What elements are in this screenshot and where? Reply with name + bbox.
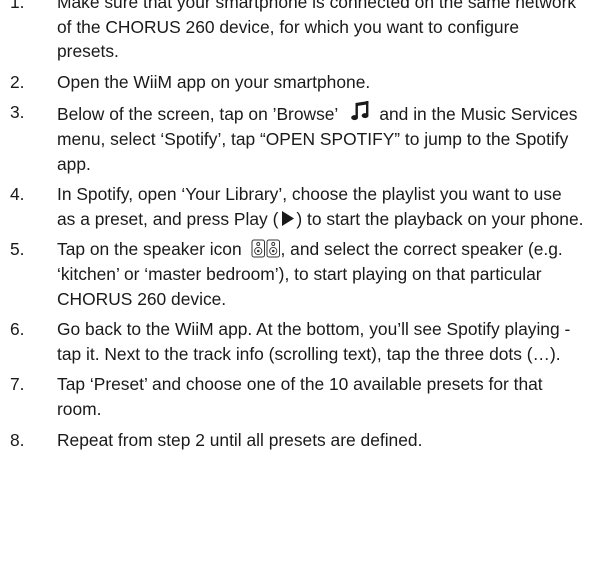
step-number: 4.	[10, 184, 25, 205]
music-note-icon	[350, 100, 371, 122]
steps-list: 1. Make sure that your smartphone is con…	[0, 0, 594, 452]
step-number: 1.	[10, 0, 25, 12]
step-4: 4. In Spotify, open ‘Your Library’, choo…	[0, 182, 594, 231]
step-number: 8.	[10, 429, 25, 450]
step-7: 7. Tap ‘Preset’ and choose one of the 10…	[0, 372, 594, 421]
step-8: 8. Repeat from step 2 until all presets …	[0, 428, 594, 453]
step-text: Tap ‘Preset’ and choose one of the 10 av…	[57, 374, 543, 419]
instructions-document: 1. Make sure that your smartphone is con…	[0, 0, 594, 458]
step-5: 5. Tap on the speaker icon , and select …	[0, 237, 594, 311]
step-number: 6.	[10, 319, 25, 340]
step-text: Go back to the WiiM app. At the bottom, …	[57, 319, 571, 364]
step-3: 3. Below of the screen, tap on ’Browse’ …	[0, 100, 594, 176]
step-text: Make sure that your smartphone is connec…	[57, 0, 577, 62]
play-icon	[282, 210, 295, 226]
step-text-before: Tap on the speaker icon	[57, 239, 242, 260]
step-text: Open the WiiM app on your smartphone.	[57, 71, 371, 92]
step-text: Repeat from step 2 until all presets are…	[57, 429, 423, 450]
step-2: 2. Open the WiiM app on your smartphone.	[0, 70, 594, 95]
step-text-after: ) to start the playback on your phone.	[296, 208, 584, 229]
step-1: 1. Make sure that your smartphone is con…	[0, 0, 594, 64]
step-number: 3.	[10, 102, 25, 123]
step-number: 2.	[10, 71, 25, 92]
speaker-icon	[251, 239, 281, 258]
step-number: 5.	[10, 239, 25, 260]
step-number: 7.	[10, 374, 25, 395]
step-6: 6. Go back to the WiiM app. At the botto…	[0, 317, 594, 366]
step-text-before: Below of the screen, tap on ’Browse’	[57, 104, 338, 125]
